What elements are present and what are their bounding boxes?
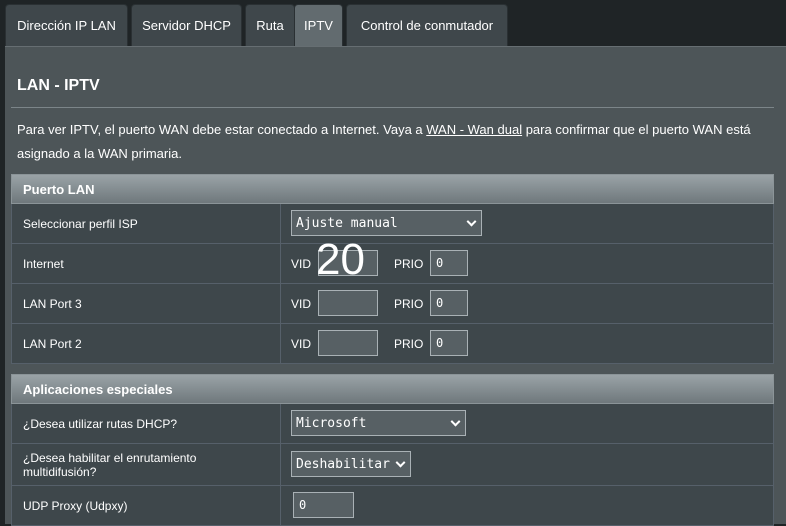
tab-label: Ruta: [256, 18, 284, 33]
isp-profile-select[interactable]: Ajuste manual: [291, 210, 482, 236]
page-title: LAN - IPTV: [17, 77, 100, 94]
vid-input[interactable]: [318, 330, 378, 356]
chevron-down-icon: [466, 216, 477, 227]
vid-input[interactable]: [318, 290, 378, 316]
udpxy-field: 0: [282, 486, 773, 525]
chevron-down-icon: [450, 416, 461, 427]
udpxy-input[interactable]: 0: [293, 492, 354, 518]
multicast-label: ¿Desea habilitar el enrutamiento multidi…: [12, 444, 281, 485]
prio-input[interactable]: 0: [430, 250, 468, 276]
section-title: Aplicaciones especiales: [23, 381, 173, 397]
port-label: Internet: [12, 244, 281, 283]
port-row-lan3: LAN Port 3 VID PRIO 0: [11, 284, 774, 324]
port-fields: VID PRIO 0: [282, 284, 773, 323]
port-label: LAN Port 2: [12, 324, 281, 363]
multicast-select[interactable]: Deshabilitar: [291, 451, 411, 477]
port-row-lan2: LAN Port 2 VID PRIO 0: [11, 324, 774, 364]
tab-label: IPTV: [304, 18, 333, 33]
tab-iptv[interactable]: IPTV: [294, 4, 343, 46]
isp-profile-label: Seleccionar perfil ISP: [12, 204, 281, 243]
port-label: LAN Port 3: [12, 284, 281, 323]
multicast-value: Deshabilitar: [296, 456, 390, 472]
tab-label: Servidor DHCP: [142, 18, 231, 33]
isp-profile-value: Ajuste manual: [296, 215, 398, 231]
tab-label: Control de conmutador: [360, 18, 494, 33]
wan-dual-link[interactable]: WAN - Wan dual: [426, 122, 522, 137]
special-apps-section-header: Aplicaciones especiales: [11, 374, 774, 404]
vid-label: VID: [291, 257, 312, 271]
prio-label: PRIO: [394, 337, 424, 351]
prio-label: PRIO: [394, 297, 424, 311]
section-title: Puerto LAN: [23, 181, 95, 197]
dhcp-routes-row: ¿Desea utilizar rutas DHCP? Microsoft: [11, 404, 774, 444]
dhcp-routes-field: Microsoft: [282, 404, 773, 443]
vid-label: VID: [291, 297, 312, 311]
tab-switch-control[interactable]: Control de conmutador: [346, 4, 508, 46]
description-text-start: Para ver IPTV, el puerto WAN debe estar …: [17, 122, 427, 137]
multicast-field: Deshabilitar: [282, 444, 773, 485]
iptv-panel: LAN - IPTV Para ver IPTV, el puerto WAN …: [5, 46, 786, 526]
vid-label: VID: [291, 337, 312, 351]
prio-input[interactable]: 0: [430, 330, 468, 356]
tab-lan-ip[interactable]: Dirección IP LAN: [5, 4, 128, 46]
udpxy-label: UDP Proxy (Udpxy): [12, 486, 281, 525]
dhcp-routes-select[interactable]: Microsoft: [291, 410, 466, 436]
tab-dhcp-server[interactable]: Servidor DHCP: [131, 4, 242, 46]
multicast-row: ¿Desea habilitar el enrutamiento multidi…: [11, 444, 774, 486]
lan-port-section-header: Puerto LAN: [11, 174, 774, 204]
port-row-internet: Internet VID PRIO 0: [11, 244, 774, 284]
title-divider: [11, 107, 774, 108]
dhcp-routes-label: ¿Desea utilizar rutas DHCP?: [12, 404, 281, 443]
page-description: Para ver IPTV, el puerto WAN debe estar …: [17, 118, 777, 166]
tab-label: Dirección IP LAN: [17, 18, 116, 33]
tab-route[interactable]: Ruta: [245, 4, 295, 46]
chevron-down-icon: [395, 457, 406, 468]
dhcp-routes-value: Microsoft: [296, 415, 367, 431]
isp-profile-row: Seleccionar perfil ISP Ajuste manual: [11, 204, 774, 244]
prio-input[interactable]: 0: [430, 290, 468, 316]
prio-label: PRIO: [394, 257, 424, 271]
overlay-number: 20: [316, 235, 365, 284]
port-fields: VID PRIO 0: [282, 324, 773, 363]
udpxy-row: UDP Proxy (Udpxy) 0: [11, 486, 774, 526]
